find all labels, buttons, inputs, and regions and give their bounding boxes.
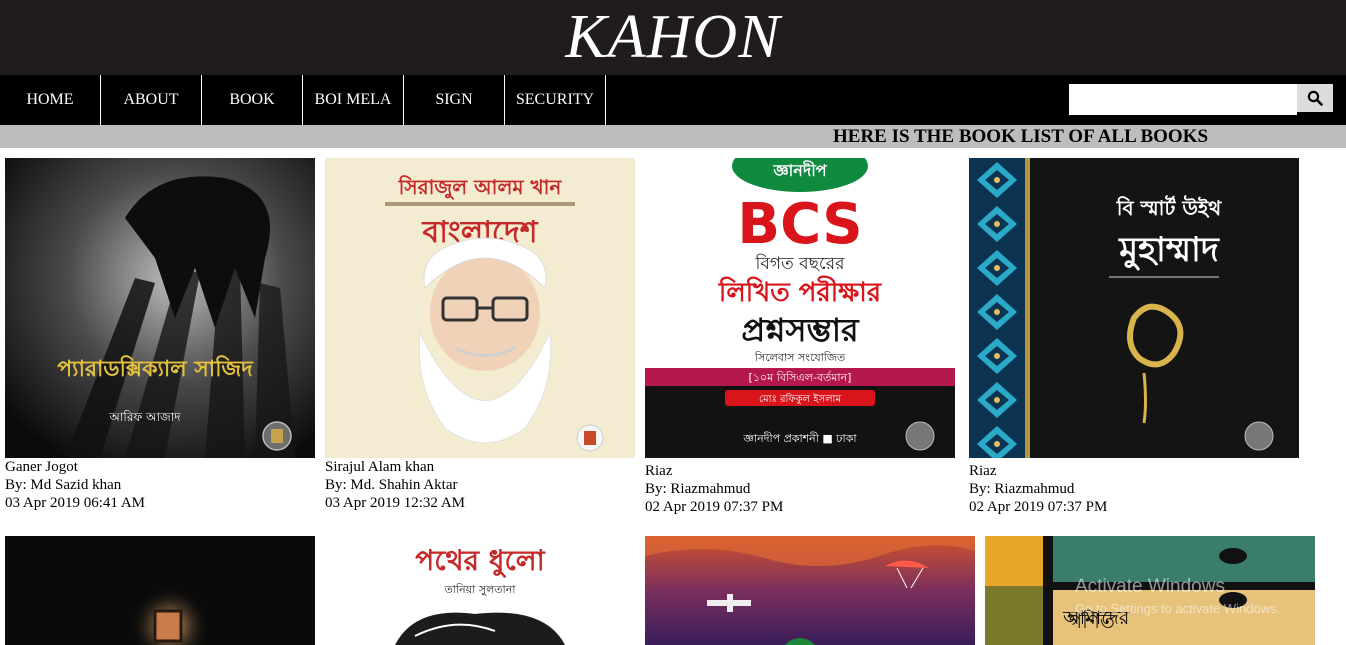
- book-cover-4[interactable]: বি স্মার্ট উইথ মুহাম্মাদ: [969, 158, 1299, 458]
- book-author-2: By: Md. Shahin Aktar: [325, 477, 458, 493]
- cover-author-1: আরিফ আজাদ: [108, 410, 181, 424]
- book-date-2: 03 Apr 2019 12:32 AM: [325, 495, 466, 511]
- book-cover-3[interactable]: জ্ঞানদীপ BCS বিগত বছরের লিখিত পরীক্ষার প…: [645, 158, 955, 458]
- nav-home[interactable]: HOME: [0, 75, 101, 125]
- cover-line6-3: [১০ম বিসিএল-বর্তমান]: [749, 371, 852, 384]
- book-title-3[interactable]: Riaz: [645, 462, 673, 480]
- book-title-2[interactable]: Sirajul Alam khan: [325, 458, 434, 476]
- watermark-title: Activate Windows: [1075, 576, 1225, 597]
- cover-top-2: সিরাজুল আলম খান: [398, 175, 563, 201]
- cover-title-6: পথের ধুলো: [415, 544, 545, 578]
- book-title-4[interactable]: Riaz: [969, 462, 997, 480]
- cover-line7-3: মোঃ রফিকুল ইসলাম: [759, 393, 841, 405]
- book-cover-5[interactable]: [5, 536, 315, 645]
- windows-activation-watermark: Activate Windows Go to Settings to activ…: [1075, 576, 1280, 617]
- cover-top-4: বি স্মার্ট উইথ: [1116, 195, 1223, 220]
- book-author-1: By: Md Sazid khan: [5, 477, 122, 493]
- cover-top-3: জ্ঞানদীপ: [772, 160, 827, 180]
- book-cover-7[interactable]: [645, 536, 975, 645]
- nav-book[interactable]: BOOK: [202, 75, 303, 125]
- book-author-3: By: Riazmahmud: [645, 481, 751, 497]
- banner-text: HERE IS THE BOOK LIST OF ALL BOOKS: [833, 126, 1209, 147]
- cover-title-4: মুহাম্মাদ: [1118, 230, 1220, 271]
- book-cover-6[interactable]: পথের ধুলো তানিয়া সুলতানা: [325, 536, 635, 645]
- book-cover-2[interactable]: সিরাজুল আলম খান বাংলাদেশ: [325, 158, 635, 458]
- cover-line8-3: জ্ঞানদীপ প্রকাশনী ■ ঢাকা: [742, 432, 857, 445]
- book-date-3: 02 Apr 2019 07:37 PM: [645, 499, 784, 515]
- cover-line4-3: প্রশ্নসম্ভার: [741, 311, 860, 349]
- book-cover-1[interactable]: প্যারাডক্সিক্যাল সাজিদ আরিফ আজাদ: [5, 158, 315, 458]
- site-title[interactable]: KAHON: [0, 0, 1346, 75]
- watermark-subtitle: Go to Settings to activate Windows.: [1075, 601, 1281, 616]
- book-date-4: 02 Apr 2019 07:37 PM: [969, 499, 1108, 515]
- cover-title-1: প্যারাডক্সিক্যাল সাজিদ: [57, 355, 254, 382]
- search-icon: [1307, 90, 1323, 106]
- cover-line2-3: বিগত বছরের: [755, 253, 846, 274]
- book-title-1[interactable]: Ganer Jogot: [5, 458, 78, 476]
- book-list-banner: HERE IS THE BOOK LIST OF ALL BOOKS: [0, 125, 1346, 148]
- nav-about[interactable]: ABOUT: [101, 75, 202, 125]
- nav-boi-mela[interactable]: BOI MELA: [303, 75, 404, 125]
- nav-security[interactable]: SECURITY: [505, 75, 606, 125]
- book-date-1: 03 Apr 2019 06:41 AM: [5, 495, 146, 511]
- cover-line3-3: লিখিত পরীক্ষার: [718, 275, 883, 308]
- site-header: KAHON: [0, 0, 1346, 75]
- cover-title-3: BCS: [737, 192, 862, 257]
- search-input[interactable]: [1069, 84, 1297, 115]
- cover-author-6: তানিয়া সুলতানা: [444, 583, 517, 596]
- search-button[interactable]: [1297, 84, 1333, 112]
- book-author-4: By: Riazmahmud: [969, 481, 1075, 497]
- nav-sign[interactable]: SIGN: [404, 75, 505, 125]
- cover-line5-3: সিলেবাস সংযোজিত: [754, 351, 846, 364]
